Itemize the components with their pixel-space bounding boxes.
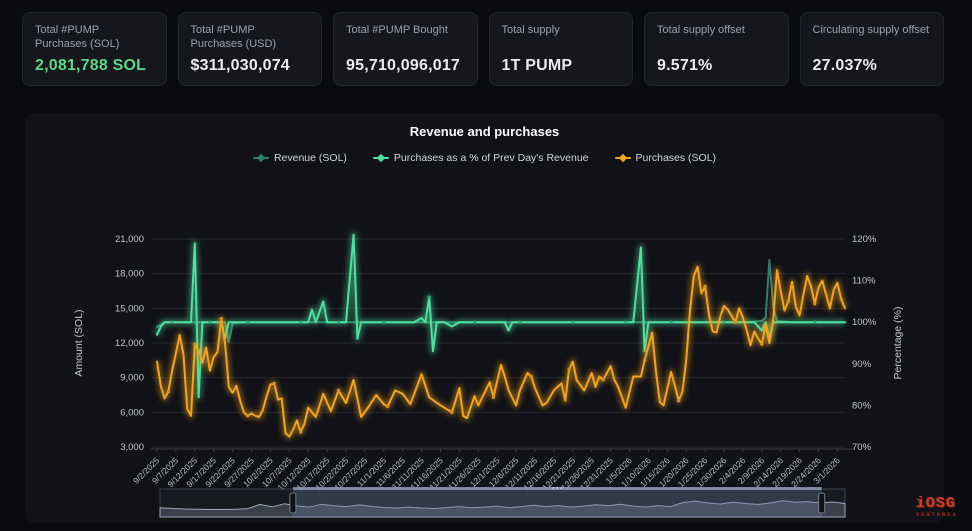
stat-label: Total #PUMP Purchases (USD) (191, 23, 310, 52)
data-point-marker (813, 321, 816, 324)
stat-value: 2,081,788 SOL (35, 57, 154, 75)
data-point-marker (208, 321, 211, 324)
data-point-marker (624, 321, 627, 324)
data-point-marker (571, 321, 574, 324)
data-point-marker (677, 399, 680, 402)
stats-row: Total #PUMP Purchases (SOL) 2,081,788 SO… (22, 12, 944, 86)
data-point-marker (567, 368, 570, 371)
stat-card-total-supply-offset: Total supply offset 9.571% (644, 12, 789, 86)
data-point-marker (299, 321, 302, 324)
data-point-marker (220, 317, 223, 320)
y-left-tick-label: 3,000 (120, 442, 144, 453)
data-point-marker (787, 300, 790, 303)
data-point-marker (386, 405, 389, 408)
data-point-marker (840, 297, 843, 300)
data-point-marker (473, 321, 476, 324)
chart-title: Revenue and purchases (25, 124, 944, 139)
y-left-tick-label: 21,000 (115, 234, 144, 245)
data-point-marker (601, 378, 604, 381)
data-point-marker (337, 389, 340, 392)
data-point-marker (492, 396, 495, 399)
y-left-tick-label: 18,000 (115, 269, 144, 280)
y-left-tick-label: 15,000 (115, 303, 144, 314)
purchases-sol-line-glow (157, 267, 845, 437)
navigator-grip-icon (552, 487, 554, 489)
legend-item-1[interactable]: Purchases as a % of Prev Day's Revenue (373, 152, 589, 164)
stat-value: 9.571% (657, 57, 776, 75)
iosg-ventures-logo: iOSG VENTURES (916, 496, 972, 518)
y-left-axis-title: Amount (SOL) (73, 309, 85, 376)
y-right-tick-label: 90% (852, 359, 872, 370)
data-point-marker (703, 285, 706, 288)
navigator-selection[interactable] (293, 488, 822, 518)
stat-label: Total supply (502, 23, 621, 37)
y-left-tick-label: 9,000 (120, 373, 144, 384)
y-left-tick-label: 12,000 (115, 338, 144, 349)
data-point-marker (167, 390, 170, 393)
legend-item-2[interactable]: Purchases (SOL) (615, 152, 717, 164)
iosg-logo-text: iOSG (916, 496, 972, 511)
revenue-purchases-chart-panel: Revenue and purchases Revenue (SOL) Purch… (25, 113, 944, 523)
stat-label: Circulating supply offset (813, 23, 932, 37)
data-point-marker (382, 321, 385, 324)
stat-label: Total #PUMP Purchases (SOL) (35, 23, 154, 52)
y-right-tick-label: 120% (852, 234, 877, 245)
navigator-grip-icon (556, 487, 558, 489)
data-point-marker (272, 382, 275, 385)
navigator-right-handle[interactable] (819, 493, 825, 513)
data-point-marker (450, 411, 453, 414)
stat-label: Total #PUMP Bought (346, 23, 465, 37)
chart-canvas[interactable]: 21,000 18,000 15,000 12,000 9,000 6,000 3,000 1… (25, 113, 944, 523)
stat-value: 1T PUMP (502, 57, 621, 75)
stat-card-circulating-supply-offset: Circulating supply offset 27.037% (800, 12, 945, 86)
data-point-marker (734, 321, 737, 324)
revenue-line (157, 260, 845, 342)
stat-card-pump-purchases-usd: Total #PUMP Purchases (USD) $311,030,074 (178, 12, 323, 86)
y-right-axis-title: Percentage (%) (892, 307, 904, 380)
data-point-marker (518, 321, 521, 324)
dashboard-page: Total #PUMP Purchases (SOL) 2,081,788 SO… (0, 0, 972, 531)
legend-marker-icon (373, 154, 389, 162)
chart-legend: Revenue (SOL) Purchases as a % of Prev Da… (25, 152, 944, 164)
data-point-marker (299, 430, 302, 433)
data-point-marker (193, 342, 196, 345)
legend-marker-icon (253, 154, 269, 162)
data-point-marker (337, 321, 340, 324)
y-right-tick-label: 100% (852, 317, 877, 328)
legend-label: Purchases (SOL) (636, 152, 717, 164)
data-point-marker (722, 321, 725, 324)
stat-value: 95,710,096,017 (346, 57, 465, 75)
data-point-marker (170, 321, 173, 324)
legend-marker-icon (615, 154, 631, 162)
y-right-tick-label: 80% (852, 400, 872, 411)
stat-value: $311,030,074 (191, 57, 310, 75)
legend-label: Revenue (SOL) (274, 152, 347, 164)
data-point-marker (813, 302, 816, 305)
stat-card-pump-bought: Total #PUMP Bought 95,710,096,017 (333, 12, 478, 86)
data-point-marker (643, 359, 646, 362)
y-left-tick-label: 6,000 (120, 407, 144, 418)
data-point-marker (760, 342, 763, 345)
data-point-marker (246, 414, 249, 417)
stat-label: Total supply offset (657, 23, 776, 37)
stat-value: 27.037% (813, 57, 932, 75)
data-point-marker (246, 321, 249, 324)
legend-item-0[interactable]: Revenue (SOL) (253, 152, 347, 164)
data-point-marker (530, 375, 533, 378)
navigator-left-handle[interactable] (290, 493, 296, 513)
legend-label: Purchases as a % of Prev Day's Revenue (394, 152, 589, 164)
stat-card-pump-purchases-sol: Total #PUMP Purchases (SOL) 2,081,788 SO… (22, 12, 167, 86)
data-point-marker (427, 296, 430, 299)
data-point-marker (669, 321, 672, 324)
stat-card-total-supply: Total supply 1T PUMP (489, 12, 634, 86)
iosg-ventures-text: VENTURES (916, 513, 972, 518)
y-right-tick-label: 70% (852, 442, 872, 453)
y-right-tick-label: 110% (852, 276, 876, 287)
navigator-grip-icon (560, 487, 562, 489)
